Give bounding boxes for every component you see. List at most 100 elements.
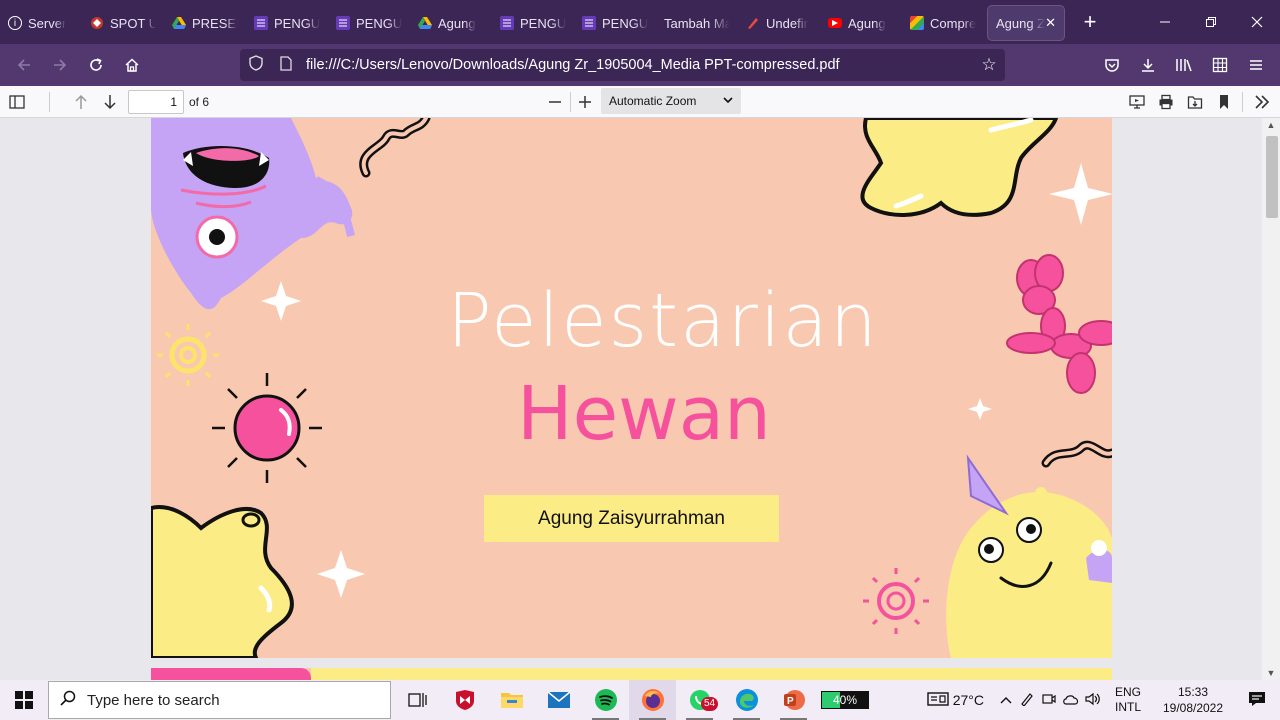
url-bar[interactable]: file:///C:/Users/Lenovo/Downloads/Agung … xyxy=(240,49,1005,81)
tab-item[interactable]: Agung xyxy=(410,6,492,40)
vertical-scrollbar[interactable]: ▲ ▼ xyxy=(1262,118,1280,680)
google-drive-icon xyxy=(418,16,432,30)
tab-label: Agung xyxy=(848,15,886,31)
tab-label: SPOT U xyxy=(110,15,156,31)
navigation-bar: file:///C:/Users/Lenovo/Downloads/Agung … xyxy=(0,44,1280,86)
extensions-grid-icon[interactable] xyxy=(1202,49,1238,81)
mcafee-icon[interactable] xyxy=(441,680,488,720)
tab-item[interactable]: PENGU xyxy=(492,6,574,40)
clock[interactable]: 15:33 19/08/2022 xyxy=(1152,684,1234,716)
chevron-up-icon[interactable] xyxy=(996,693,1016,707)
tab-item[interactable]: Compre xyxy=(902,6,984,40)
tab-item[interactable]: Undefir xyxy=(738,6,820,40)
meet-now-icon[interactable] xyxy=(1038,692,1060,709)
notification-icon[interactable] xyxy=(1234,691,1280,710)
pocket-icon[interactable] xyxy=(1094,49,1130,81)
tab-label: Tambah Ma xyxy=(664,15,730,31)
spot-logo-icon xyxy=(90,16,104,30)
scroll-up-icon[interactable]: ▲ xyxy=(1266,120,1276,130)
youtube-icon xyxy=(828,18,842,28)
powerpoint-icon[interactable]: P xyxy=(770,680,817,720)
tab-item[interactable]: Tambah Ma xyxy=(656,6,738,40)
yellow-blob-illustration xyxy=(860,118,1059,217)
zoom-out-icon[interactable] xyxy=(540,88,569,116)
page-number-input[interactable]: 1 xyxy=(128,89,184,114)
zoom-value: Automatic Zoom xyxy=(609,94,697,108)
page-count: of 6 xyxy=(189,94,210,109)
scrollbar-thumb[interactable] xyxy=(1266,136,1278,218)
search-icon xyxy=(49,690,87,711)
menu-icon[interactable] xyxy=(1238,49,1274,81)
tab-item[interactable]: Agung xyxy=(820,6,902,40)
tab-item[interactable]: PENGU xyxy=(246,6,328,40)
language-indicator[interactable]: ENG INTL xyxy=(1110,685,1146,715)
balloon-dog-illustration xyxy=(1006,254,1112,394)
back-icon[interactable] xyxy=(6,49,42,81)
onedrive-icon[interactable] xyxy=(1060,693,1082,708)
tab-active[interactable]: Agung Z ✕ xyxy=(988,6,1064,40)
speaker-icon[interactable] xyxy=(1082,692,1104,709)
forms-icon xyxy=(336,16,350,30)
firefox-icon[interactable] xyxy=(629,680,676,720)
battery-meter[interactable]: 40% xyxy=(817,680,873,720)
taskbar-search-box[interactable]: Type here to search xyxy=(48,681,391,719)
bookmark-icon[interactable] xyxy=(1209,88,1238,116)
reload-icon[interactable] xyxy=(78,49,114,81)
zoom-select[interactable]: Automatic Zoom xyxy=(601,88,741,114)
spotify-icon[interactable] xyxy=(582,680,629,720)
whatsapp-icon[interactable]: 54 xyxy=(676,680,723,720)
start-button[interactable] xyxy=(0,680,48,720)
separator xyxy=(1242,92,1243,112)
weather-temp[interactable]: 27°C xyxy=(953,692,984,708)
presentation-mode-icon[interactable] xyxy=(1122,88,1151,116)
file-explorer-icon[interactable] xyxy=(488,680,535,720)
tab-item[interactable]: PENGU xyxy=(328,6,410,40)
previous-page-icon[interactable] xyxy=(66,88,95,116)
keyboard-layout: INTL xyxy=(1114,700,1141,714)
zoom-in-icon[interactable] xyxy=(570,88,599,116)
close-tab-icon[interactable]: ✕ xyxy=(1045,15,1056,31)
tab-item[interactable]: PRESEN xyxy=(164,6,246,40)
restore-icon[interactable] xyxy=(1188,0,1234,44)
tab-label: PENGU xyxy=(520,15,566,31)
print-icon[interactable] xyxy=(1151,88,1180,116)
next-page-icon[interactable] xyxy=(95,88,124,116)
yellow-shape-illustration xyxy=(311,668,1112,680)
whatsapp-badge: 54 xyxy=(701,697,719,711)
page-icon[interactable] xyxy=(272,55,300,75)
forms-icon xyxy=(582,16,596,30)
sparkle-illustration xyxy=(1049,163,1112,225)
minimize-icon[interactable] xyxy=(1142,0,1188,44)
pen-icon[interactable] xyxy=(1016,692,1038,709)
language-code: ENG xyxy=(1114,685,1141,699)
shield-icon[interactable] xyxy=(240,55,272,75)
downloads-icon[interactable] xyxy=(1130,49,1166,81)
edge-icon[interactable] xyxy=(723,680,770,720)
save-icon[interactable] xyxy=(1180,88,1209,116)
weather-icon[interactable] xyxy=(923,691,953,710)
new-tab-button[interactable]: + xyxy=(1070,9,1110,35)
pink-sun-illustration xyxy=(212,373,322,483)
author-label: Agung Zaisyurrahman xyxy=(484,495,779,542)
forward-icon[interactable] xyxy=(42,49,78,81)
library-icon[interactable] xyxy=(1166,49,1202,81)
tab-item[interactable]: PENGU xyxy=(574,6,656,40)
bookmark-star-icon[interactable]: ☆ xyxy=(973,55,1005,75)
pdf-viewer[interactable]: Pelestarian Hewan Agung Zaisyurrahman ▲ … xyxy=(0,118,1280,680)
slide-title-line1: Pelestarian xyxy=(447,278,879,364)
tab-label: PENGU xyxy=(602,15,648,31)
task-view-icon[interactable] xyxy=(394,680,441,720)
mail-icon[interactable] xyxy=(535,680,582,720)
window-controls xyxy=(1142,0,1280,44)
clock-date: 19/08/2022 xyxy=(1162,701,1224,715)
tab-item[interactable]: i Server xyxy=(0,6,82,40)
pink-shape-illustration xyxy=(151,668,311,680)
tools-menu-icon[interactable] xyxy=(1247,88,1276,116)
home-icon[interactable] xyxy=(114,49,150,81)
close-window-icon[interactable] xyxy=(1234,0,1280,44)
slide-page-2-preview xyxy=(151,668,1112,680)
yellow-monster-illustration xyxy=(946,454,1112,658)
sidebar-toggle-icon[interactable] xyxy=(2,88,31,116)
tab-item[interactable]: SPOT U xyxy=(82,6,164,40)
scroll-down-icon[interactable]: ▼ xyxy=(1266,668,1276,678)
